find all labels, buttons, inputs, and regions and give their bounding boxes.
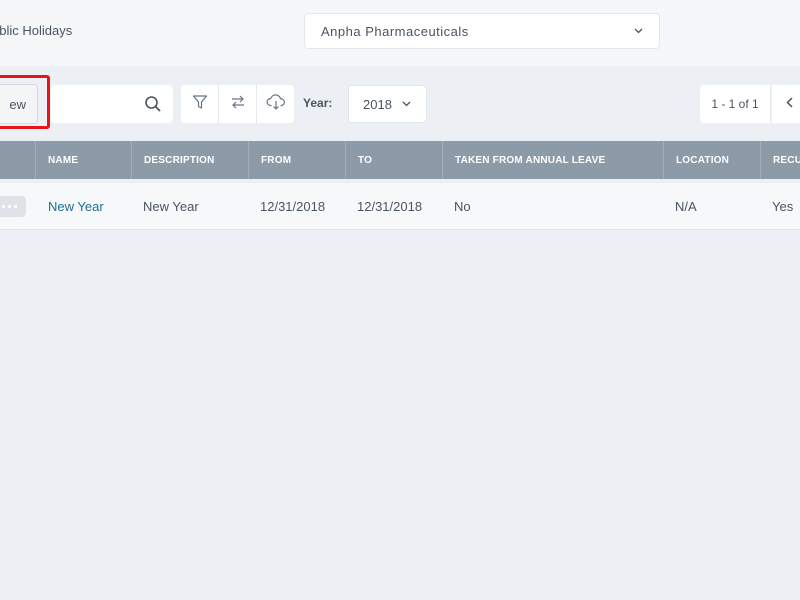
company-select-value: Anpha Pharmaceuticals: [321, 23, 469, 39]
company-select[interactable]: Anpha Pharmaceuticals: [304, 13, 660, 49]
new-button[interactable]: ew: [0, 84, 38, 124]
cell-description: New Year: [143, 199, 199, 214]
cell-recurring: Yes: [772, 199, 794, 214]
year-select[interactable]: 2018: [348, 85, 427, 123]
table-row: New Year New Year 12/31/2018 12/31/2018 …: [0, 183, 800, 230]
column-header-location[interactable]: LOCATION: [663, 141, 760, 179]
column-header-to[interactable]: TO: [345, 141, 442, 179]
swap-arrows-icon: [230, 94, 246, 115]
top-bar: ublic Holidays Anpha Pharmaceuticals: [0, 0, 800, 66]
page-title: ublic Holidays: [0, 23, 73, 38]
table-header: NAME DESCRIPTION FROM TO TAKEN FROM ANNU…: [0, 141, 800, 179]
download-button[interactable]: [257, 85, 294, 123]
column-header-taken-from-annual-leave[interactable]: TAKEN FROM ANNUAL LEAVE: [442, 141, 663, 179]
sort-button[interactable]: [219, 85, 257, 123]
more-dots-icon: [1, 205, 5, 208]
column-header-from[interactable]: FROM: [248, 141, 345, 179]
cell-to: 12/31/2018: [357, 199, 423, 214]
holiday-name-link[interactable]: New Year: [36, 183, 131, 230]
chevron-down-icon: [402, 99, 412, 109]
year-select-value: 2018: [363, 96, 392, 112]
search-input[interactable]: [51, 85, 141, 123]
column-header-description[interactable]: DESCRIPTION: [131, 141, 248, 179]
row-actions-menu[interactable]: [0, 196, 26, 217]
column-header-name[interactable]: NAME: [35, 141, 131, 179]
pagination-info: 1 - 1 of 1: [700, 85, 771, 123]
toolbar-icon-group: [181, 85, 294, 123]
filter-icon: [192, 94, 208, 115]
search-icon[interactable]: [144, 95, 162, 113]
cell-taken-from-annual-leave: No: [454, 199, 471, 214]
previous-page-button[interactable]: [772, 85, 800, 123]
column-header-recurring[interactable]: RECU: [760, 141, 800, 179]
cell-from: 12/31/2018: [260, 199, 326, 214]
chevron-down-icon: [633, 26, 643, 36]
cloud-download-icon: [266, 93, 286, 115]
chevron-left-icon: [786, 95, 793, 113]
search-box[interactable]: [51, 85, 173, 123]
cell-location: N/A: [675, 199, 697, 214]
year-label: Year:: [303, 96, 333, 110]
filter-button[interactable]: [181, 85, 219, 123]
